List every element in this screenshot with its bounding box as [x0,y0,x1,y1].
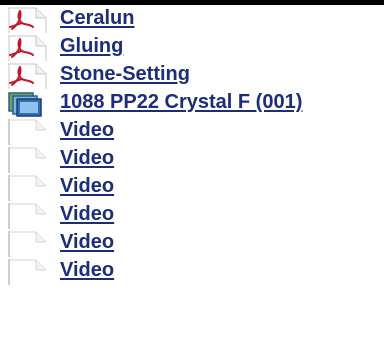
blank-document-icon [6,175,50,201]
file-link-gluing[interactable]: Gluing [60,33,123,61]
pdf-icon [6,35,50,61]
image-gallery-icon [6,91,50,117]
blank-document-icon [6,119,50,145]
blank-document-icon [6,203,50,229]
list-item: Video [0,117,384,145]
file-link-video[interactable]: Video [60,117,114,145]
file-link-1088-pp22[interactable]: 1088 PP22 Crystal F (001) [60,89,302,117]
file-link-video[interactable]: Video [60,201,114,229]
blank-document-icon [6,147,50,173]
list-item: Gluing [0,33,384,61]
list-item: Video [0,173,384,201]
pdf-icon [6,63,50,89]
blank-document-icon [6,259,50,285]
file-link-ceralun[interactable]: Ceralun [60,5,134,33]
list-item: Video [0,257,384,285]
list-item: 1088 PP22 Crystal F (001) [0,89,384,117]
file-link-video[interactable]: Video [60,173,114,201]
list-item: Ceralun [0,5,384,33]
list-item: Video [0,201,384,229]
file-link-video[interactable]: Video [60,257,114,285]
list-item: Stone-Setting [0,61,384,89]
file-link-stone-setting[interactable]: Stone-Setting [60,61,190,89]
file-list: Ceralun Gluing Stone-Setting 1088 PP22 C… [0,5,384,285]
blank-document-icon [6,231,50,257]
file-link-video[interactable]: Video [60,229,114,257]
list-item: Video [0,229,384,257]
list-item: Video [0,145,384,173]
file-link-video[interactable]: Video [60,145,114,173]
pdf-icon [6,7,50,33]
